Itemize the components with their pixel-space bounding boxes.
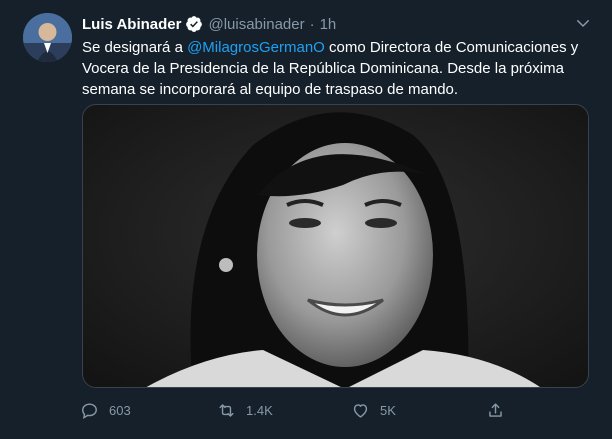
- share-icon: [489, 402, 502, 417]
- mention-link[interactable]: @MilagrosGermanO: [187, 39, 325, 56]
- tweet-text: Se designará a @MilagrosGermanO como Dir…: [82, 37, 587, 100]
- retweet-count: 1.4K: [246, 402, 273, 418]
- tweet-header: Luis Abinader @luisabinader · 1h: [82, 14, 336, 34]
- share-button[interactable]: [486, 398, 515, 422]
- reply-icon: [82, 402, 97, 419]
- author-handle[interactable]: @luisabinader: [208, 16, 304, 33]
- like-button[interactable]: 5K: [351, 398, 396, 422]
- verified-badge-icon: [186, 16, 203, 32]
- retweet-button[interactable]: 1.4K: [217, 398, 273, 422]
- chevron-down-icon[interactable]: [574, 14, 592, 32]
- author-name[interactable]: Luis Abinader: [82, 16, 181, 33]
- retweet-icon: [219, 403, 234, 417]
- tweet-text-start: Se designará a: [82, 39, 188, 56]
- reply-count: 603: [109, 402, 131, 418]
- tweet-actions: 603 1.4K 5K: [78, 398, 518, 422]
- reply-button[interactable]: 603: [80, 398, 131, 422]
- tweet-timestamp[interactable]: 1h: [320, 16, 337, 33]
- avatar[interactable]: [23, 13, 72, 62]
- tweet-photo[interactable]: [82, 104, 589, 388]
- separator-dot: ·: [309, 15, 315, 33]
- tweet-card: Luis Abinader @luisabinader · 1h Se desi…: [0, 0, 612, 439]
- like-count: 5K: [380, 402, 396, 418]
- like-icon: [353, 403, 368, 418]
